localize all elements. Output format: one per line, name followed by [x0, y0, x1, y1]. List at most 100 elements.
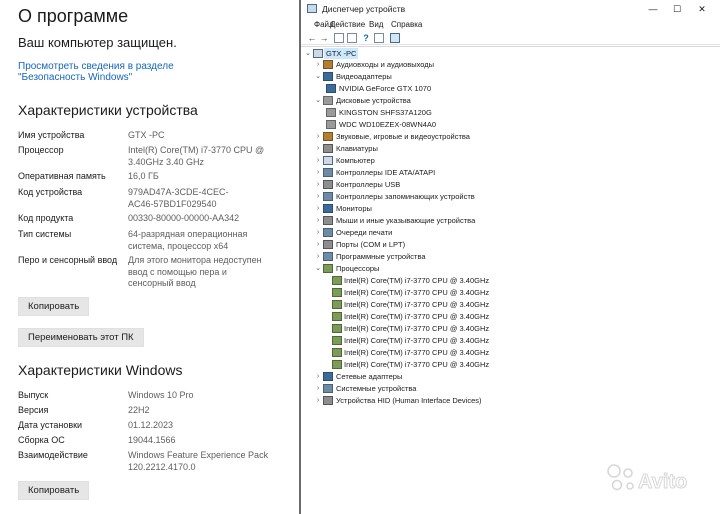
- spec-value: Windows 10 Pro: [128, 390, 194, 400]
- chevron-right-icon[interactable]: ›: [314, 215, 322, 226]
- disk-icon: [326, 108, 336, 117]
- toolbar: ← → ?: [301, 31, 720, 45]
- protection-status: Ваш компьютер защищен.: [18, 35, 177, 50]
- audio-icon: [323, 60, 333, 69]
- chevron-right-icon[interactable]: ›: [314, 167, 322, 178]
- spec-key: Версия: [18, 405, 49, 415]
- spec-value: Intel(R) Core(TM) i7-3770 CPU @ 3.40GHz …: [128, 145, 265, 167]
- chevron-right-icon[interactable]: ›: [314, 227, 322, 238]
- copy-button-windows[interactable]: Копировать: [18, 481, 90, 500]
- security-link-line2[interactable]: "Безопасность Windows": [18, 72, 132, 84]
- spec-value: Windows Feature Experience Pack 120.2212…: [128, 450, 269, 472]
- chevron-right-icon[interactable]: ›: [314, 371, 322, 382]
- windows-section-title: Характеристики Windows: [18, 362, 183, 378]
- spec-key: Взаимодействие: [18, 450, 88, 460]
- spec-value: 00330-80000-00000-AA342: [128, 213, 240, 223]
- page-title: О программе: [18, 6, 129, 26]
- computer-icon: [313, 49, 323, 58]
- chevron-right-icon[interactable]: ›: [314, 155, 322, 166]
- spec-key: Тип системы: [18, 229, 72, 239]
- cpu-icon: [323, 264, 333, 273]
- chevron-down-icon[interactable]: ⌄: [314, 71, 322, 82]
- hid-icon: [323, 396, 333, 405]
- system-device-icon: [323, 384, 333, 393]
- title-bar[interactable]: Диспетчер устройств — ☐ ✕: [301, 0, 720, 19]
- copy-button[interactable]: Копировать: [18, 297, 90, 316]
- spec-key: Код продукта: [18, 213, 74, 223]
- keyboard-icon: [323, 144, 333, 153]
- display-adapter-icon: [326, 84, 336, 93]
- details-icon[interactable]: [374, 33, 384, 43]
- cpu-icon: [332, 348, 342, 357]
- forward-icon[interactable]: →: [319, 33, 329, 43]
- chevron-right-icon[interactable]: ›: [314, 179, 322, 190]
- port-icon: [323, 240, 333, 249]
- network-icon: [323, 372, 333, 381]
- computer-icon: [323, 156, 333, 165]
- window-title: Диспетчер устройств: [322, 4, 406, 14]
- menu-help[interactable]: Справка: [391, 20, 422, 29]
- chevron-right-icon[interactable]: ›: [314, 143, 322, 154]
- chevron-right-icon[interactable]: ›: [314, 131, 322, 142]
- device-tree: ⌄ GTX -PC › Аудиовходы и аудиовыходы ⌄ В…: [301, 46, 720, 514]
- printer-icon: [323, 228, 333, 237]
- svg-text:Avito: Avito: [638, 471, 687, 493]
- device-manager-icon: [307, 4, 317, 13]
- spec-value: GTX -PC: [128, 130, 165, 140]
- menu-action[interactable]: Действие: [330, 20, 365, 29]
- spec-key: Оперативная память: [18, 171, 106, 181]
- rename-pc-button[interactable]: Переименовать этот ПК: [18, 328, 144, 347]
- maximize-button[interactable]: ☐: [666, 0, 688, 19]
- chevron-right-icon[interactable]: ›: [314, 251, 322, 262]
- disk-icon: [323, 96, 333, 105]
- cpu-icon: [332, 312, 342, 321]
- chevron-down-icon[interactable]: ⌄: [314, 263, 322, 274]
- chevron-down-icon[interactable]: ⌄: [314, 95, 322, 106]
- close-button[interactable]: ✕: [691, 0, 713, 19]
- cpu-icon: [332, 324, 342, 333]
- spec-key: Процессор: [18, 145, 64, 155]
- cpu-icon: [332, 288, 342, 297]
- disk-icon: [326, 120, 336, 129]
- spec-value: 01.12.2023: [128, 420, 174, 430]
- spec-key: Имя устройства: [18, 130, 85, 140]
- menu-bar: Файл Действие Вид Справка: [301, 19, 720, 31]
- back-icon[interactable]: ←: [307, 33, 317, 43]
- chevron-right-icon[interactable]: ›: [314, 395, 322, 406]
- device-section-title: Характеристики устройства: [18, 102, 198, 118]
- chevron-right-icon[interactable]: ›: [314, 239, 322, 250]
- chevron-right-icon[interactable]: ›: [314, 203, 322, 214]
- monitor-icon: [323, 204, 333, 213]
- spec-key: Выпуск: [18, 390, 49, 400]
- chevron-right-icon[interactable]: ›: [314, 59, 322, 70]
- storage-controller-icon: [323, 192, 333, 201]
- spec-value: Для этого монитора недоступен ввод с пом…: [128, 255, 262, 288]
- display-adapter-icon: [323, 72, 333, 81]
- cpu-icon: [332, 276, 342, 285]
- minimize-button[interactable]: —: [642, 0, 664, 19]
- spec-key: Код устройства: [18, 187, 83, 197]
- cpu-icon: [332, 336, 342, 345]
- spec-value: 22H2: [128, 405, 150, 415]
- spec-value: 979AD47A-3CDE-4CEC- AC46-57BD1F029540: [128, 187, 229, 209]
- properties-icon[interactable]: [334, 33, 344, 43]
- controller-icon: [323, 168, 333, 177]
- chevron-down-icon[interactable]: ⌄: [304, 48, 312, 59]
- spec-key: Дата установки: [18, 420, 83, 430]
- spec-key: Сборка ОС: [18, 435, 65, 445]
- console-tree-icon[interactable]: [347, 33, 357, 43]
- spec-value: 64-разрядная операционная система, проце…: [128, 229, 248, 251]
- mouse-icon: [323, 216, 333, 225]
- chevron-right-icon[interactable]: ›: [314, 383, 322, 394]
- spec-key: Перо и сенсорный ввод: [18, 255, 118, 265]
- about-panel: О программе Ваш компьютер защищен. Просм…: [0, 0, 299, 514]
- help-icon[interactable]: ?: [361, 33, 371, 43]
- avito-watermark: Avito: [606, 463, 706, 500]
- menu-view[interactable]: Вид: [369, 20, 383, 29]
- spec-value: 19044.1566: [128, 435, 176, 445]
- monitor-icon[interactable]: [390, 33, 400, 43]
- usb-icon: [323, 180, 333, 189]
- speaker-icon: [323, 132, 333, 141]
- cpu-icon: [332, 300, 342, 309]
- chevron-right-icon[interactable]: ›: [314, 191, 322, 202]
